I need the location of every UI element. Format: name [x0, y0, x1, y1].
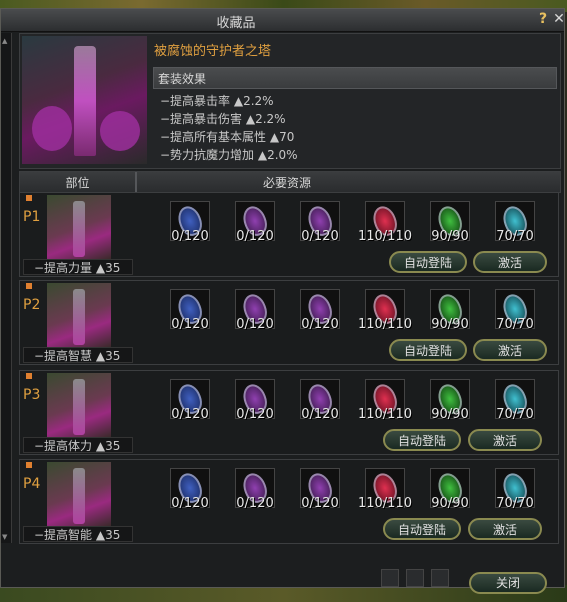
part-bonus: −提高智慧 ▲35 — [23, 347, 133, 363]
part-label: P2 — [23, 297, 41, 313]
scroll-down-icon[interactable]: ▼ — [2, 533, 7, 541]
resource-count: 70/70 — [496, 407, 534, 422]
set-part-row: P1 −提高力量 ▲35 0/120 0/120 0/120 110/110 90/90 70… — [19, 192, 559, 277]
set-effect: −提高所有基本属性 ▲70 — [160, 130, 295, 144]
set-effect: −提高暴击伤害 ▲2.2% — [160, 112, 286, 126]
set-effects-header: 套装效果 — [153, 67, 557, 89]
resource-count: 0/120 — [301, 407, 339, 422]
resources-column-header: 必要资源 — [262, 176, 311, 190]
set-image — [22, 36, 147, 164]
activate-button[interactable]: 激活 — [473, 339, 547, 361]
activate-button[interactable]: 激活 — [473, 251, 547, 273]
set-part-row: P4 −提高智能 ▲35 0/120 0/120 0/120 110/110 90/90 70… — [19, 459, 559, 544]
resource-count: 110/110 — [357, 407, 412, 422]
set-effect: −势力抗魔力增加 ▲2.0% — [160, 148, 298, 162]
part-image — [47, 373, 111, 437]
resource-count: 70/70 — [496, 229, 534, 244]
resource-count: 0/120 — [301, 317, 339, 332]
resource-count: 0/120 — [301, 229, 339, 244]
left-scrollbar[interactable]: ▲ ▼ — [1, 33, 12, 543]
resource-count: 0/120 — [171, 317, 209, 332]
resource-count: 0/120 — [236, 317, 274, 332]
part-bonus: −提高智能 ▲35 — [23, 526, 133, 542]
set-part-row: P2 −提高智慧 ▲35 0/120 0/120 0/120 110/110 90/90 70… — [19, 280, 559, 365]
set-info-panel: 被腐蚀的守护者之塔 套装效果 −提高暴击率 ▲2.2% −提高暴击伤害 ▲2.2… — [19, 33, 561, 169]
auto-register-button[interactable]: 自动登陆 — [389, 251, 467, 273]
resource-count: 90/90 — [431, 229, 469, 244]
resource-count: 0/120 — [236, 407, 274, 422]
set-name: 被腐蚀的守护者之塔 — [154, 44, 272, 59]
part-image — [47, 283, 111, 347]
resource-count: 0/120 — [236, 496, 274, 511]
part-column-header: 部位 — [65, 176, 90, 190]
resource-count: 110/110 — [357, 229, 412, 244]
part-marker-icon — [26, 462, 32, 468]
resource-count: 0/120 — [171, 496, 209, 511]
resource-count: 70/70 — [496, 317, 534, 332]
set-part-row: P3 −提高体力 ▲35 0/120 0/120 0/120 110/110 90/90 70… — [19, 370, 559, 455]
column-header: 部位 必要资源 — [19, 171, 561, 193]
window-title: 收藏品 — [216, 16, 256, 31]
title-bar[interactable]: 收藏品 ? ✕ — [1, 9, 567, 32]
resource-count: 0/120 — [171, 407, 209, 422]
resource-count: 70/70 — [496, 496, 534, 511]
resource-count: 0/120 — [301, 496, 339, 511]
slot-icon[interactable] — [406, 569, 424, 587]
trash-icon[interactable] — [381, 569, 399, 587]
auto-register-button[interactable]: 自动登陆 — [383, 518, 461, 540]
activate-button[interactable]: 激活 — [468, 429, 542, 451]
part-label: P3 — [23, 387, 41, 403]
resource-count: 110/110 — [357, 317, 412, 332]
collection-window: 收藏品 ? ✕ ▲ ▼ 被腐蚀的守护者之塔 套装效果 −提高暴击率 ▲2.2% … — [0, 8, 567, 594]
part-image — [47, 462, 111, 526]
part-marker-icon — [26, 283, 32, 289]
close-icon[interactable]: ✕ — [551, 11, 567, 27]
part-marker-icon — [26, 195, 32, 201]
auto-register-button[interactable]: 自动登陆 — [383, 429, 461, 451]
slot-icon[interactable] — [431, 569, 449, 587]
resource-count: 90/90 — [431, 407, 469, 422]
part-bonus: −提高力量 ▲35 — [23, 259, 133, 275]
set-effect: −提高暴击率 ▲2.2% — [160, 94, 274, 108]
activate-button[interactable]: 激活 — [468, 518, 542, 540]
resource-count: 90/90 — [431, 317, 469, 332]
help-icon[interactable]: ? — [535, 11, 551, 27]
resource-count: 0/120 — [236, 229, 274, 244]
set-effects-list: −提高暴击率 ▲2.2% −提高暴击伤害 ▲2.2% −提高所有基本属性 ▲70… — [160, 92, 298, 164]
resource-count: 90/90 — [431, 496, 469, 511]
part-image — [47, 195, 111, 259]
part-label: P1 — [23, 209, 41, 225]
auto-register-button[interactable]: 自动登陆 — [389, 339, 467, 361]
part-marker-icon — [26, 373, 32, 379]
part-label: P4 — [23, 476, 41, 492]
scroll-up-icon[interactable]: ▲ — [2, 37, 7, 45]
resource-count: 0/120 — [171, 229, 209, 244]
close-button[interactable]: 关闭 — [469, 572, 547, 594]
resource-count: 110/110 — [357, 496, 412, 511]
part-bonus: −提高体力 ▲35 — [23, 437, 133, 453]
